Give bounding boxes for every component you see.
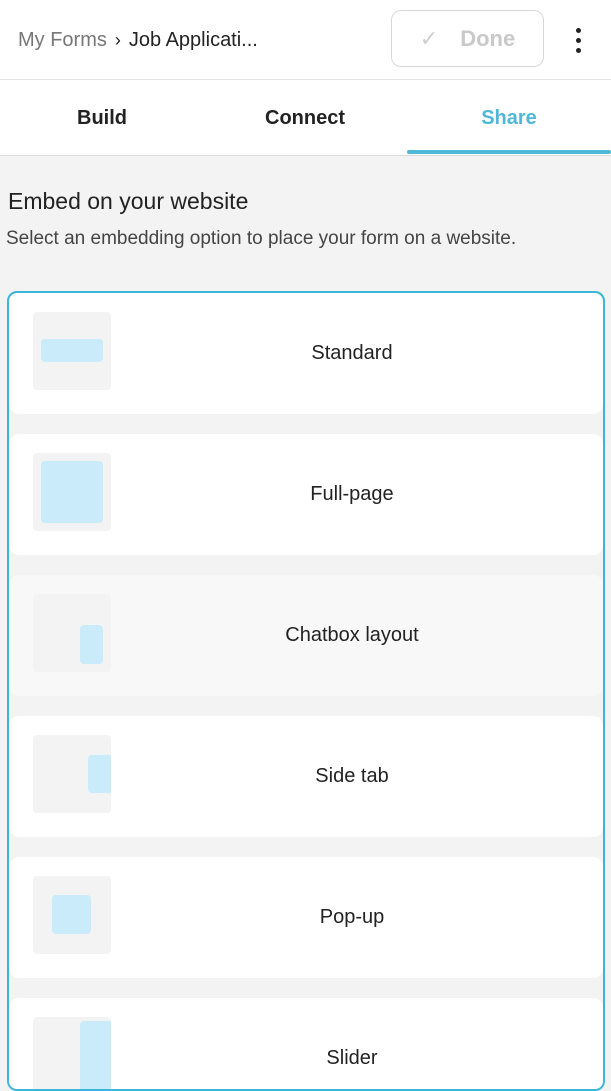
tab-build[interactable]: Build: [0, 80, 204, 156]
embed-option-label: Pop-up: [319, 906, 385, 928]
check-icon: ✓: [419, 25, 439, 51]
side-tab-layout-icon: [33, 735, 111, 813]
embed-section-title: Embed on your website: [8, 188, 249, 214]
tab-connect[interactable]: Connect: [203, 80, 407, 156]
embed-option-chatbox-layout[interactable]: Chatbox layout: [9, 575, 603, 696]
embed-option-full-page[interactable]: Full-page: [9, 434, 603, 555]
embed-option-standard[interactable]: Standard: [9, 293, 603, 414]
top-bar: My Forms › Job Applicati... ✓ Done: [0, 0, 611, 80]
embed-option-pop-up[interactable]: Pop-up: [9, 857, 603, 978]
popup-layout-icon: [33, 876, 111, 954]
breadcrumb-my-forms[interactable]: My Forms: [18, 29, 107, 52]
tab-share[interactable]: Share: [407, 80, 611, 156]
slider-layout-icon: [33, 1017, 111, 1089]
embed-option-label: Standard: [311, 342, 393, 364]
done-button[interactable]: ✓ Done: [391, 10, 544, 67]
breadcrumb: My Forms › Job Applicati...: [18, 0, 258, 80]
chatbox-layout-icon: [33, 594, 111, 672]
full-page-layout-icon: [33, 453, 111, 531]
embed-options-panel: Standard Full-page Chatbox layout Side t…: [7, 291, 605, 1091]
standard-layout-icon: [33, 312, 111, 390]
embed-option-label: Side tab: [315, 765, 389, 787]
embed-section-description: Select an embedding option to place your…: [6, 228, 517, 249]
breadcrumb-current-form: Job Applicati...: [128, 28, 258, 51]
tab-bar: Build Connect Share: [0, 80, 611, 156]
embed-option-label: Chatbox layout: [285, 624, 419, 646]
active-tab-indicator: [407, 150, 611, 154]
embed-option-slider[interactable]: Slider: [9, 998, 603, 1089]
embed-option-side-tab[interactable]: Side tab: [9, 716, 603, 837]
embed-option-label: Slider: [326, 1047, 378, 1069]
embed-option-label: Full-page: [310, 483, 394, 505]
breadcrumb-separator-icon: ›: [114, 29, 121, 50]
done-button-label: Done: [460, 25, 516, 51]
more-options-icon[interactable]: [566, 22, 590, 58]
